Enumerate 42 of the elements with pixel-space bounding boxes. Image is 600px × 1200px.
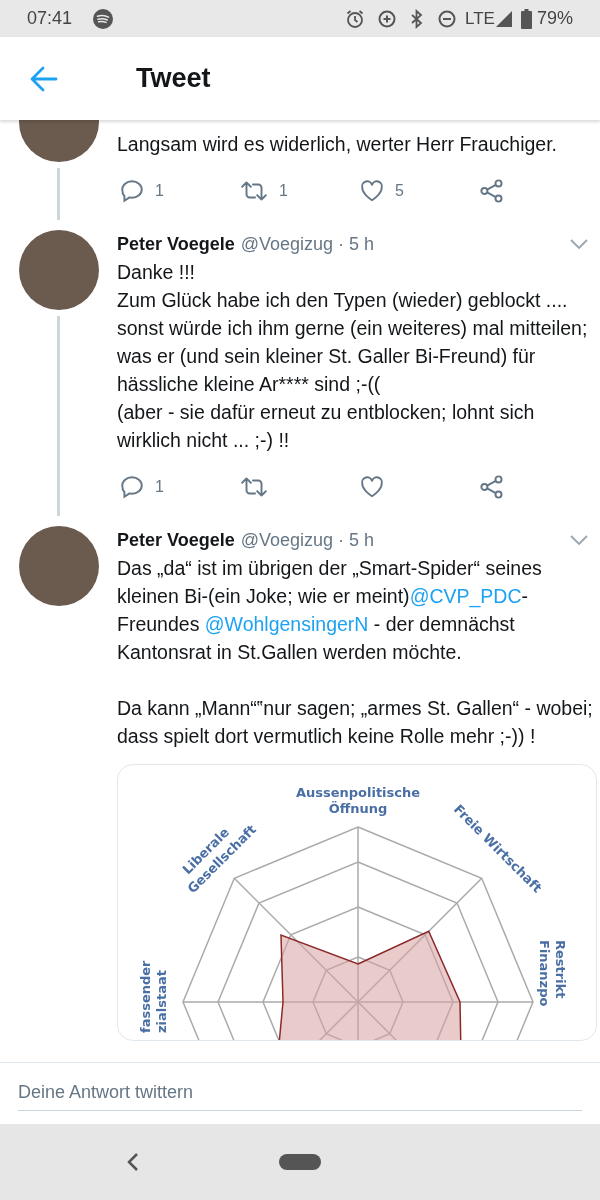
author-name[interactable]: Peter Voegele: [117, 230, 235, 258]
retweet-icon[interactable]: [239, 178, 269, 204]
do-not-disturb-icon: [437, 8, 458, 29]
reply-icon[interactable]: [119, 474, 145, 500]
tweet-text: Danke !!! Zum Glück habe ich den Typen (wieder) geblockt .... sonst würde ich ihm gerne (ein weiteres) mal mitteilen; was er (und sein kleiner St. Galler Bi-Freund) für hässliche kleine Ar**** sind ;-(( (aber - sie dafür erneut zu entblocken; lohnt sich wirklich nicht ... ;-) !!: [117, 260, 589, 453]
music-app-icon: [92, 7, 115, 30]
author-handle[interactable]: @Voegizug: [240, 526, 334, 554]
reply-input-field[interactable]: Deine Antwort twittern: [18, 1075, 582, 1111]
heart-icon[interactable]: [359, 474, 385, 500]
author-handle[interactable]: @Voegizug: [240, 230, 334, 258]
data-saver-icon: [377, 8, 398, 29]
action-count: 1: [279, 181, 288, 201]
more-options-button[interactable]: [569, 534, 589, 546]
more-options-button[interactable]: [569, 238, 589, 250]
axis-label: Aussenpolitische Öffnung: [295, 785, 421, 816]
tweet-text: Das „da“ ist im übrigen der „Smart-Spider“ seines kleinen Bi-(ein Joke; wie er meint)@CVP_PDC-Freundes @WohlgensingerN - der demnächst Kantonsrat in St.Gallen werden möchte. Da kann „Mann“‟nur sagen; „armes St. Gallen“ - wobei; dass spielt dort vermutlich keine Rolle mehr ;-)) !: [117, 556, 594, 749]
alarm-icon: [345, 8, 366, 29]
action-count: 1: [155, 181, 164, 201]
action-count: 5: [395, 181, 404, 201]
mention-link[interactable]: @WohlgensingerN: [204, 613, 369, 635]
home-nav-button[interactable]: [279, 1154, 321, 1170]
share-icon[interactable]: [479, 178, 505, 204]
heart-icon[interactable]: [359, 178, 385, 204]
axis-label: fassender zialstaat: [138, 960, 169, 1033]
back-nav-button[interactable]: [126, 1152, 140, 1172]
battery-icon: [520, 8, 532, 29]
signal-icon: [494, 9, 513, 28]
retweet-icon[interactable]: [239, 474, 269, 500]
author-name[interactable]: Peter Voegele: [117, 526, 235, 554]
network-type: LTE: [465, 7, 495, 30]
clock-time: 07:41: [27, 7, 73, 30]
reply-icon[interactable]: [119, 178, 145, 204]
post-time: · 5 h: [338, 232, 375, 256]
tweet-text: Langsam wird es widerlich, werter Herr Frauchiger.: [117, 132, 558, 157]
thread-line: [57, 168, 60, 220]
page-title: Tweet: [136, 62, 211, 96]
battery-percentage: 79%: [536, 7, 573, 30]
mention-link[interactable]: @CVP_PDC: [409, 585, 522, 607]
post-time: · 5 h: [338, 528, 375, 552]
share-icon[interactable]: [479, 474, 505, 500]
action-count: 1: [155, 477, 164, 497]
axis-label: Restrikt Finanzpo: [537, 940, 568, 1007]
